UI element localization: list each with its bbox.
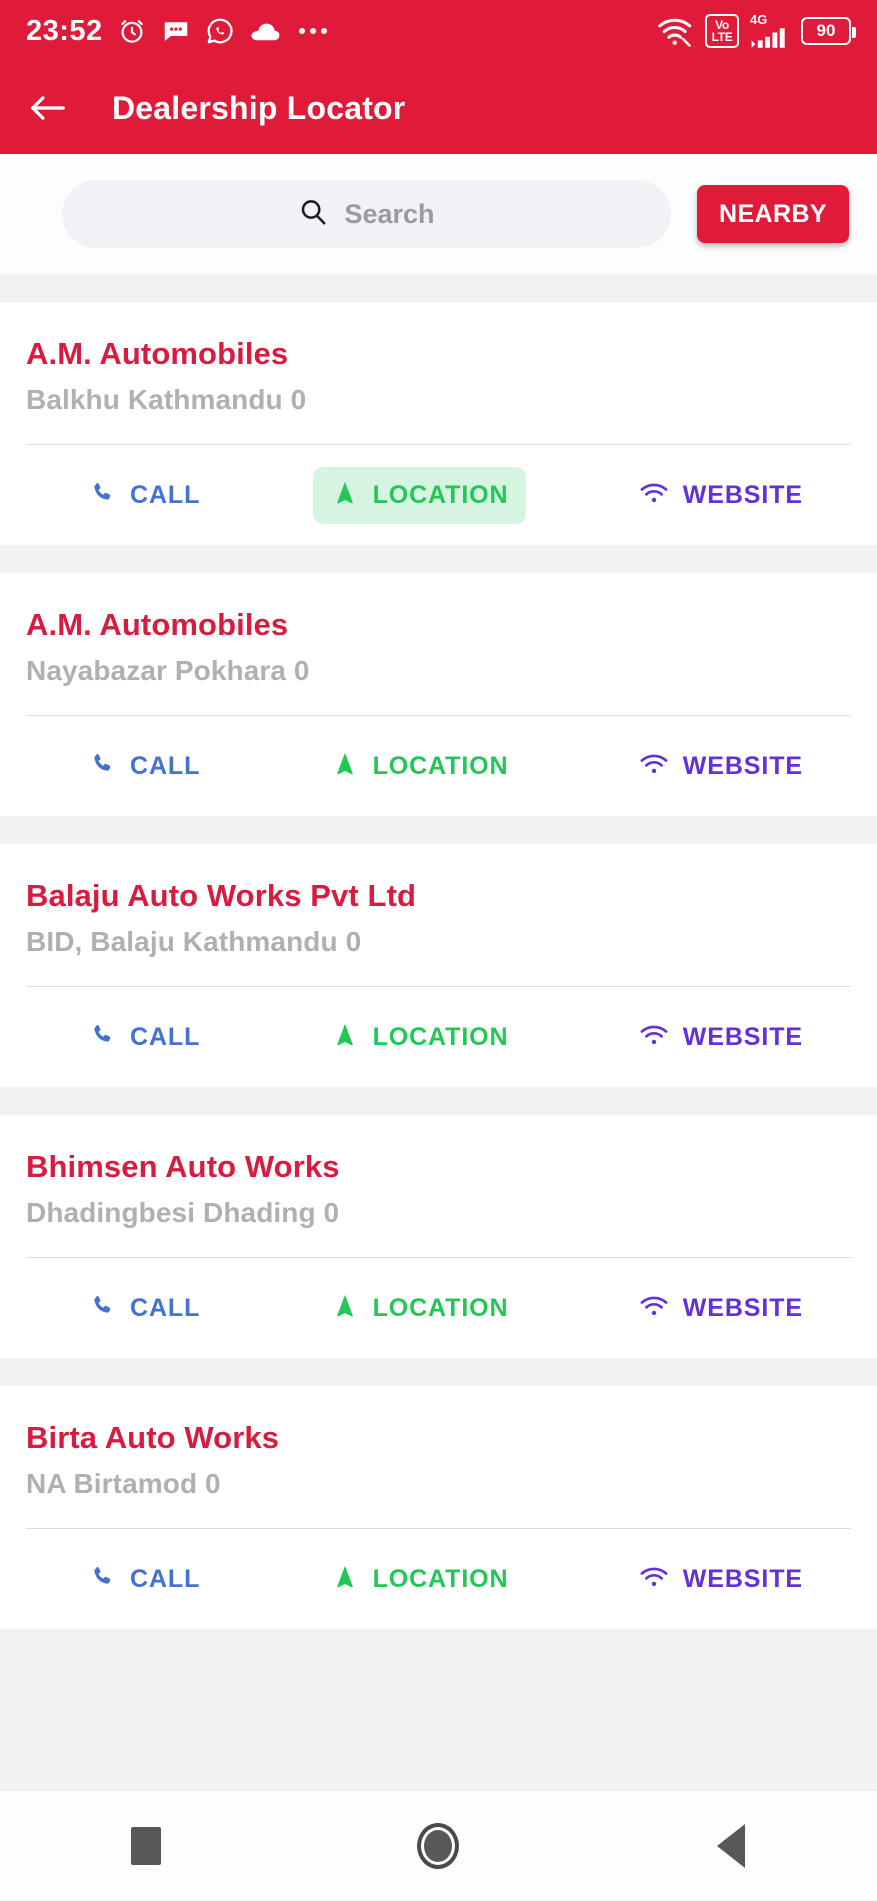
navigation-arrow-icon [331,1563,359,1596]
whatsapp-icon [205,16,235,46]
website-button[interactable]: WEBSITE [621,1281,821,1336]
search-placeholder: Search [344,198,435,229]
nearby-button[interactable]: NEARBY [697,185,849,243]
navigation-arrow-icon [331,1292,359,1325]
navigation-arrow-icon [331,479,359,512]
action-row: CALL LOCATION WEBSITE [26,1529,851,1629]
call-label: CALL [130,1022,201,1051]
system-nav-bar [0,1790,877,1900]
search-zone: Search NEARBY [0,154,877,274]
location-button[interactable]: LOCATION [313,1280,527,1337]
dealer-address: Balkhu Kathmandu 0 [26,384,307,415]
list-item[interactable]: A.M. Automobiles Nayabazar Pokhara 0 CAL… [0,573,877,816]
recents-button[interactable] [91,1791,201,1901]
volte-badge: Vo LTE [705,14,739,48]
list-item[interactable]: Birta Auto Works NA Birtamod 0 CALL LOCA… [0,1386,877,1629]
call-label: CALL [130,1564,201,1593]
dealer-name: Bhimsen Auto Works [26,1149,340,1184]
action-row: CALL LOCATION WEBSITE [26,987,851,1087]
list-item[interactable]: Balaju Auto Works Pvt Ltd BID, Balaju Ka… [0,844,877,1087]
website-button[interactable]: WEBSITE [621,1552,821,1607]
back-button[interactable] [26,86,70,130]
dealer-name: Birta Auto Works [26,1420,280,1455]
location-label: LOCATION [372,1293,509,1322]
location-label: LOCATION [372,1022,509,1051]
wifi-icon [639,480,669,511]
website-label: WEBSITE [682,1293,803,1322]
signal-bars-icon: 4G [750,13,790,49]
network-type-label: 4G [750,12,768,27]
phone-icon [88,750,116,783]
call-button[interactable]: CALL [70,1280,218,1337]
phone-icon [88,1292,116,1325]
website-label: WEBSITE [682,1022,803,1051]
triangle-left-icon [716,1823,745,1868]
navigation-arrow-icon [331,1021,359,1054]
dealer-list[interactable]: A.M. Automobiles Balkhu Kathmandu 0 CALL [0,274,877,1790]
location-button[interactable]: LOCATION [313,738,527,795]
dealer-address: Nayabazar Pokhara 0 [26,655,310,686]
volte-bottom-text: LTE [711,30,733,44]
dealer-name: A.M. Automobiles [26,607,289,642]
status-time: 23:52 [26,14,103,47]
list-item[interactable]: A.M. Automobiles Balkhu Kathmandu 0 CALL [0,302,877,545]
status-bar-right: Vo LTE 4G 90 [656,13,856,49]
dealer-name: A.M. Automobiles [26,336,289,371]
circle-icon [417,1822,460,1869]
wifi-icon [656,15,694,47]
location-label: LOCATION [372,1564,509,1593]
location-label: LOCATION [372,751,509,780]
status-bar-left: 23:52 [26,15,327,48]
search-icon [298,197,328,232]
arrow-left-icon [31,96,65,120]
action-row: CALL LOCATION WEBSITE [26,445,851,545]
dealer-address: Dhadingbesi Dhading 0 [26,1197,340,1228]
website-button[interactable]: WEBSITE [621,1010,821,1065]
message-icon [161,16,191,46]
wifi-icon [639,1293,669,1324]
nav-back-button[interactable] [676,1791,786,1901]
call-label: CALL [130,480,201,509]
app-bar: Dealership Locator [0,62,877,154]
phone-icon [88,1563,116,1596]
dealer-address: NA Birtamod 0 [26,1468,221,1499]
dealer-address: BID, Balaju Kathmandu 0 [26,926,362,957]
website-button[interactable]: WEBSITE [621,739,821,794]
website-button[interactable]: WEBSITE [621,468,821,523]
search-input[interactable]: Search [62,180,672,248]
location-label: LOCATION [372,480,509,509]
home-button[interactable] [383,1791,493,1901]
navigation-arrow-icon [331,750,359,783]
page-title: Dealership Locator [112,89,406,126]
website-label: WEBSITE [682,480,803,509]
call-button[interactable]: CALL [70,467,218,524]
website-label: WEBSITE [682,1564,803,1593]
wifi-icon [639,751,669,782]
phone-screen: 23:52 Vo LTE 4G 90 Dealership Locator Se… [0,0,877,1900]
location-button[interactable]: LOCATION [312,466,527,524]
wifi-icon [639,1022,669,1053]
square-icon [131,1826,162,1865]
phone-icon [88,1021,116,1054]
call-label: CALL [130,1293,201,1322]
more-dots-icon [298,28,327,34]
list-item[interactable]: Bhimsen Auto Works Dhadingbesi Dhading 0… [0,1115,877,1358]
action-row: CALL LOCATION WEBSITE [26,1258,851,1358]
action-row: CALL LOCATION WEBSITE [26,716,851,816]
call-label: CALL [130,751,201,780]
battery-icon: 90 [801,17,856,45]
call-button[interactable]: CALL [70,1551,218,1608]
wifi-icon [639,1564,669,1595]
location-button[interactable]: LOCATION [313,1551,527,1608]
cloud-icon [249,18,281,44]
alarm-clock-icon [117,16,147,46]
website-label: WEBSITE [682,751,803,780]
dealer-name: Balaju Auto Works Pvt Ltd [26,878,417,913]
status-bar: 23:52 Vo LTE 4G 90 [0,0,877,62]
location-button[interactable]: LOCATION [313,1009,527,1066]
call-button[interactable]: CALL [70,1009,218,1066]
call-button[interactable]: CALL [70,738,218,795]
phone-icon [88,479,116,512]
battery-level-text: 90 [816,21,836,40]
